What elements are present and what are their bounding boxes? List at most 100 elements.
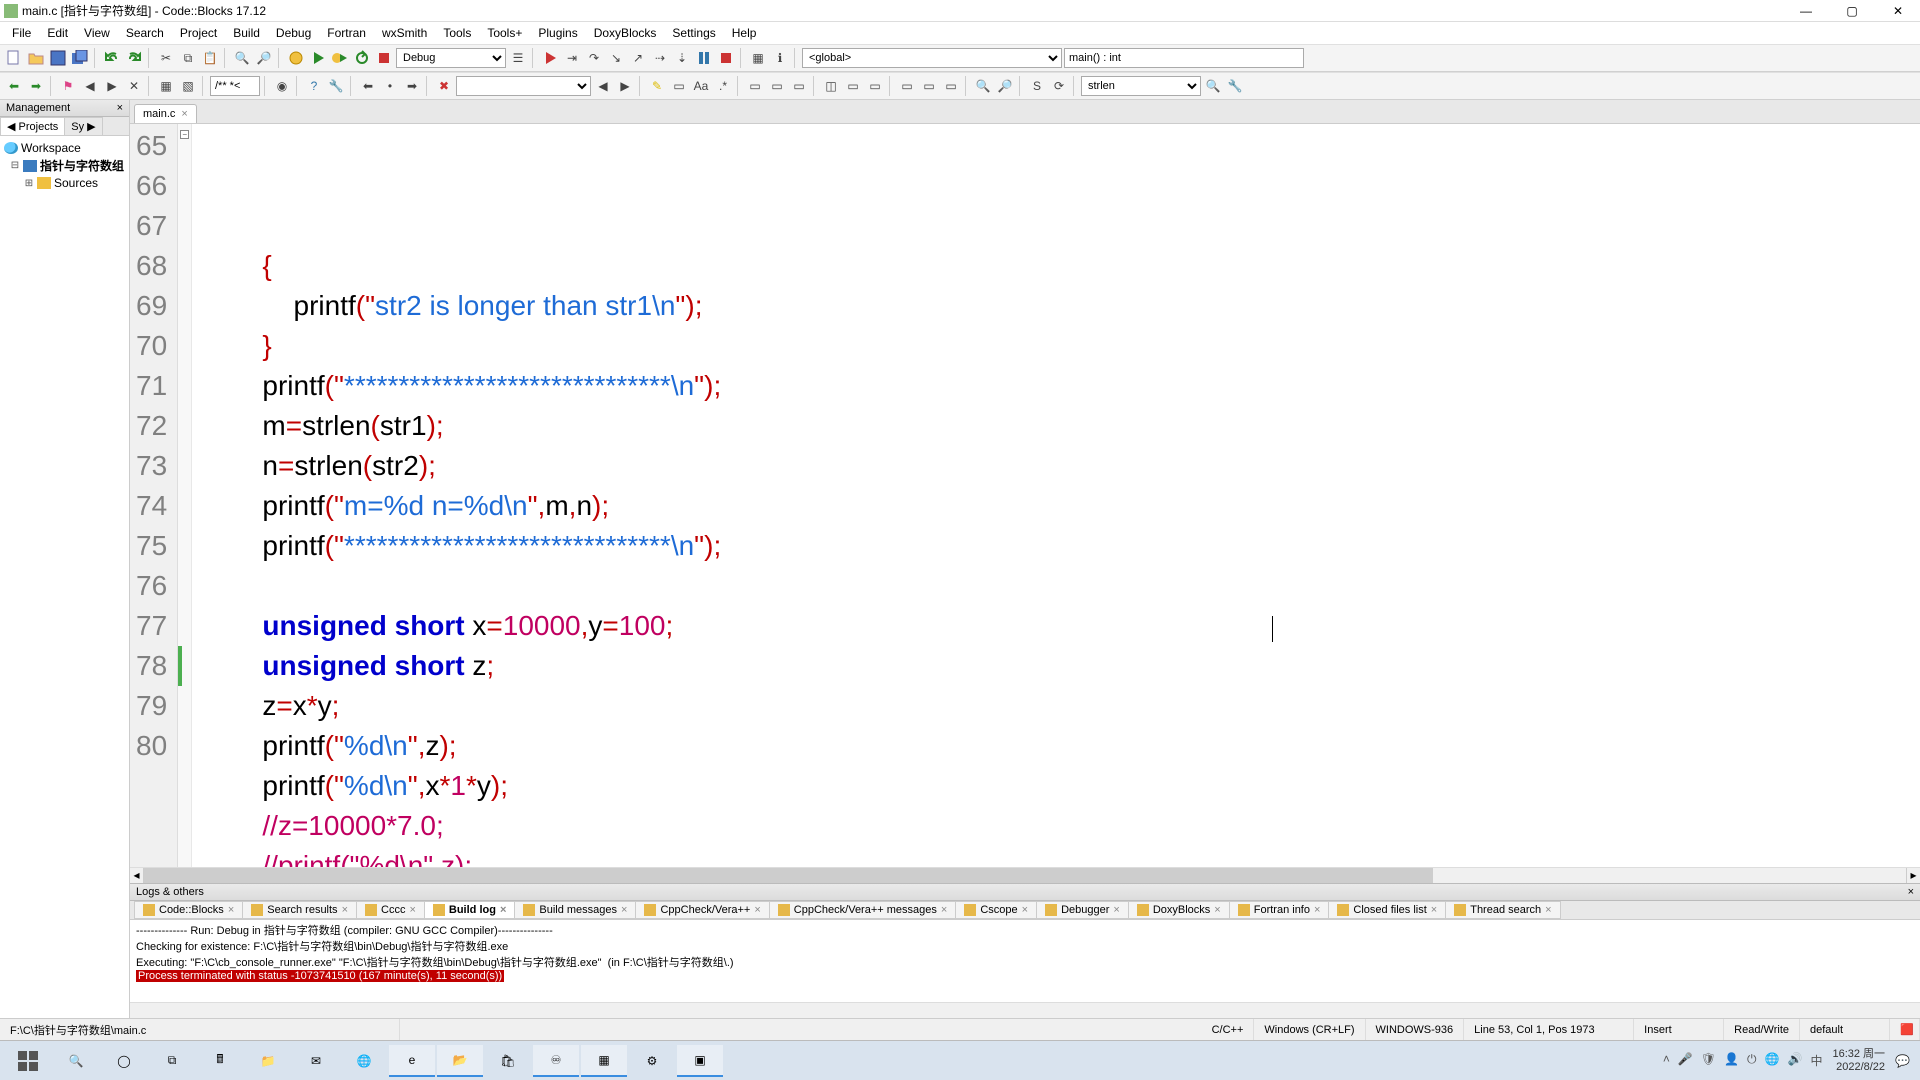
- log-tab-doxyblocks[interactable]: DoxyBlocks×: [1128, 901, 1230, 919]
- copy-icon[interactable]: ⧉: [178, 48, 198, 68]
- log-tab-build-log[interactable]: Build log×: [424, 901, 515, 919]
- fold-minus-icon[interactable]: −: [180, 130, 189, 139]
- help-icon[interactable]: ?: [304, 76, 324, 96]
- log-tab-cppcheck-vera-[interactable]: CppCheck/Vera++×: [635, 901, 769, 919]
- log-tab-close-icon[interactable]: ×: [500, 904, 506, 916]
- doxy-gen-icon[interactable]: ◉: [272, 76, 292, 96]
- tray-power-icon[interactable]: ⏻: [1747, 1052, 1757, 1069]
- tray-volume-icon[interactable]: 🔊: [1787, 1052, 1802, 1069]
- select-mode-icon[interactable]: ▭: [669, 76, 689, 96]
- explorer-icon[interactable]: 📁: [245, 1045, 291, 1077]
- doc-comment-mode[interactable]: /** *<: [210, 76, 260, 96]
- targets-icon[interactable]: ☰: [508, 48, 528, 68]
- log-tab-cppcheck-vera-messages[interactable]: CppCheck/Vera++ messages×: [769, 901, 957, 919]
- files-icon[interactable]: 📂: [437, 1045, 483, 1077]
- vs-icon[interactable]: ♾: [533, 1045, 579, 1077]
- tree-workspace[interactable]: Workspace: [2, 140, 127, 156]
- layout-icon-3[interactable]: ▭: [865, 76, 885, 96]
- search-button[interactable]: 🔍: [53, 1045, 99, 1077]
- clear-icon[interactable]: ✖: [434, 76, 454, 96]
- panel-icon-2[interactable]: ▭: [767, 76, 787, 96]
- block-icon-2[interactable]: ▧: [178, 76, 198, 96]
- search-prev-icon[interactable]: ◀: [593, 76, 613, 96]
- jump-mark-icon[interactable]: •: [380, 76, 400, 96]
- tray-shield-icon[interactable]: 🛡: [1701, 1052, 1716, 1069]
- step-into-icon[interactable]: ↘: [606, 48, 626, 68]
- codeblocks-icon[interactable]: ▦: [581, 1045, 627, 1077]
- taskview-icon[interactable]: ⧉: [149, 1045, 195, 1077]
- refresh-icon[interactable]: ⟳: [1049, 76, 1069, 96]
- build-icon[interactable]: [286, 48, 306, 68]
- ie-icon[interactable]: e: [389, 1045, 435, 1077]
- abort-build-icon[interactable]: [374, 48, 394, 68]
- log-tab-close-icon[interactable]: ×: [342, 904, 348, 916]
- menu-build[interactable]: Build: [225, 24, 268, 42]
- bookmark-toggle-icon[interactable]: ⚑: [58, 76, 78, 96]
- tree-folder-sources[interactable]: ⊞Sources: [2, 175, 127, 191]
- open-file-icon[interactable]: [26, 48, 46, 68]
- find-go-icon[interactable]: 🔍: [1203, 76, 1223, 96]
- log-tab-close-icon[interactable]: ×: [1431, 904, 1437, 916]
- menu-wxsmith[interactable]: wxSmith: [374, 24, 435, 42]
- menu-file[interactable]: File: [4, 24, 39, 42]
- redo-icon[interactable]: [124, 48, 144, 68]
- jump-fwd-icon[interactable]: ➡: [402, 76, 422, 96]
- display-icon-2[interactable]: ▭: [919, 76, 939, 96]
- jump-back-icon[interactable]: ⬅: [358, 76, 378, 96]
- tray-ime-icon[interactable]: 中: [1810, 1052, 1822, 1069]
- panel-close-icon[interactable]: ×: [117, 102, 123, 114]
- tray-mic-icon[interactable]: 🎤: [1678, 1052, 1693, 1069]
- tray-up-icon[interactable]: ˄: [1663, 1052, 1670, 1069]
- build-log-output[interactable]: -------------- Run: Debug in 指针与字符数组 (co…: [130, 920, 1920, 1002]
- menu-debug[interactable]: Debug: [268, 24, 319, 42]
- info-icon[interactable]: ℹ: [770, 48, 790, 68]
- log-tab-debugger[interactable]: Debugger×: [1036, 901, 1129, 919]
- code-editor[interactable]: { printf("str2 is longer than str1\n"); …: [192, 124, 1920, 867]
- tray-network-icon[interactable]: 🌐: [1765, 1052, 1780, 1069]
- zoom-out-icon[interactable]: 🔎: [995, 76, 1015, 96]
- log-tab-close-icon[interactable]: ×: [1314, 904, 1320, 916]
- tab-close-icon[interactable]: ×: [181, 108, 187, 120]
- menu-search[interactable]: Search: [118, 24, 172, 42]
- bookmark-next-icon[interactable]: ▶: [102, 76, 122, 96]
- block-icon-1[interactable]: ▦: [156, 76, 176, 96]
- log-tab-close-icon[interactable]: ×: [1113, 904, 1119, 916]
- panel-icon-1[interactable]: ▭: [745, 76, 765, 96]
- function-display[interactable]: main() : int: [1064, 48, 1304, 68]
- log-tab-code-blocks[interactable]: Code::Blocks×: [134, 901, 243, 919]
- debug-start-icon[interactable]: [540, 48, 560, 68]
- menu-fortran[interactable]: Fortran: [319, 24, 374, 42]
- log-tab-close-icon[interactable]: ×: [1022, 904, 1028, 916]
- stop-debug-icon[interactable]: [716, 48, 736, 68]
- paste-icon[interactable]: 📋: [200, 48, 220, 68]
- log-tab-fortran-info[interactable]: Fortran info×: [1229, 901, 1330, 919]
- editor-tab-main[interactable]: main.c×: [134, 104, 197, 123]
- cut-icon[interactable]: ✂: [156, 48, 176, 68]
- log-tab-thread-search[interactable]: Thread search×: [1445, 901, 1560, 919]
- cortana-icon[interactable]: ◯: [101, 1045, 147, 1077]
- build-target-select[interactable]: Debug: [396, 48, 506, 68]
- display-icon-3[interactable]: ▭: [941, 76, 961, 96]
- step-over-icon[interactable]: ↷: [584, 48, 604, 68]
- settings-icon[interactable]: 🔧: [326, 76, 346, 96]
- step-out-icon[interactable]: ↗: [628, 48, 648, 68]
- log-tab-close-icon[interactable]: ×: [621, 904, 627, 916]
- app-icon-2[interactable]: ▣: [677, 1045, 723, 1077]
- log-tab-close-icon[interactable]: ×: [754, 904, 760, 916]
- case-icon[interactable]: Aa: [691, 76, 711, 96]
- search-next-icon[interactable]: ▶: [615, 76, 635, 96]
- start-button[interactable]: [5, 1045, 51, 1077]
- menu-edit[interactable]: Edit: [39, 24, 76, 42]
- display-icon-1[interactable]: ▭: [897, 76, 917, 96]
- tab-projects[interactable]: ◀ Projects: [0, 117, 65, 135]
- pause-debug-icon[interactable]: [694, 48, 714, 68]
- find-options-icon[interactable]: 🔧: [1225, 76, 1245, 96]
- layout-icon-1[interactable]: ◫: [821, 76, 841, 96]
- store-icon[interactable]: 🛍: [485, 1045, 531, 1077]
- find-icon[interactable]: 🔍: [232, 48, 252, 68]
- zoom-in-icon[interactable]: 🔍: [973, 76, 993, 96]
- debug-windows-icon[interactable]: ▦: [748, 48, 768, 68]
- tab-symbols[interactable]: Sy ▶: [64, 117, 102, 135]
- logs-close-icon[interactable]: ×: [1908, 886, 1914, 898]
- editor-hscroll[interactable]: ◂ ▸: [130, 867, 1920, 883]
